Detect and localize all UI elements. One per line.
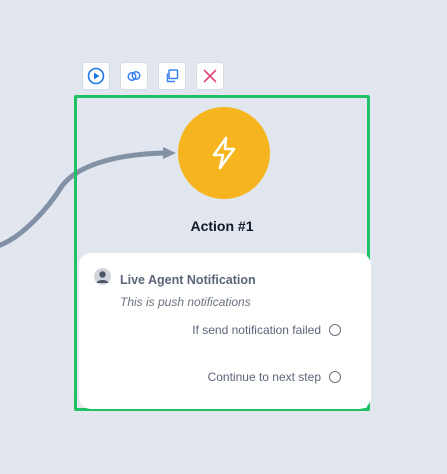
outlet-continue[interactable]: Continue to next step: [208, 370, 341, 384]
card-subtitle: This is push notifications: [120, 295, 251, 309]
agent-avatar-icon: [94, 268, 111, 285]
lightning-bolt-icon: [212, 136, 236, 170]
link-button[interactable]: [120, 62, 148, 90]
outlet-label: Continue to next step: [207, 370, 321, 384]
outlet-send-failed[interactable]: If send notification failed: [192, 323, 341, 337]
play-circle-icon: [87, 67, 105, 85]
outlet-label: If send notification failed: [192, 323, 321, 337]
flow-canvas[interactable]: Action #1 Live Agent Notification This i…: [0, 0, 447, 474]
action-node-icon-circle[interactable]: [178, 107, 270, 199]
duplicate-button[interactable]: [158, 62, 186, 90]
close-icon: [203, 69, 217, 83]
notification-card[interactable]: Live Agent Notification This is push not…: [79, 253, 371, 409]
outlet-connector-handle[interactable]: [329, 324, 341, 336]
outlet-connector-handle[interactable]: [329, 371, 341, 383]
link-icon: [127, 70, 141, 82]
action-node[interactable]: Action #1 Live Agent Notification This i…: [74, 95, 371, 411]
delete-button[interactable]: [196, 62, 224, 90]
copy-icon: [166, 69, 179, 83]
run-button[interactable]: [82, 62, 110, 90]
node-title: Action #1: [190, 218, 254, 234]
card-title: Live Agent Notification: [120, 273, 256, 287]
node-toolbar: [82, 62, 224, 90]
